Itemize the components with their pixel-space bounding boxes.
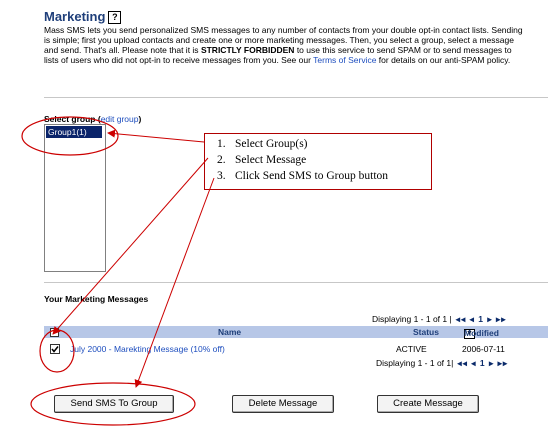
intro-text-3: for details on our anti-SPAM policy. bbox=[376, 55, 511, 65]
page-title: Marketing? bbox=[44, 9, 122, 24]
intro-bold: STRICTLY FORBIDDEN bbox=[200, 45, 295, 55]
divider bbox=[44, 97, 548, 98]
callout-step-2: 2. Select Message bbox=[217, 154, 306, 166]
column-name[interactable]: Name bbox=[218, 327, 241, 337]
table-row[interactable]: July 2000 - Marekting Message (10% off) … bbox=[44, 341, 548, 357]
displaying-count: Displaying 1 - 1 of 1 | bbox=[372, 314, 452, 324]
message-modified: 2006-07-11 bbox=[462, 344, 505, 354]
message-status: ACTIVE bbox=[396, 344, 427, 354]
table-header: Name Status Modified ▼ bbox=[44, 326, 548, 339]
step-3-number: 3. bbox=[217, 170, 226, 182]
step-1-text: Select Group(s) bbox=[235, 138, 308, 150]
callout-step-3: 3. Click Send SMS to Group button bbox=[217, 170, 388, 182]
pagination-nav[interactable]: ◂◂ ◂ 1 ▸ ▸▸ bbox=[457, 358, 508, 368]
group-listbox[interactable]: Group1(1) bbox=[44, 124, 106, 272]
column-modified[interactable]: Modified ▼ bbox=[464, 327, 499, 339]
step-2-number: 2. bbox=[217, 154, 226, 166]
page-title-text: Marketing bbox=[44, 9, 106, 24]
create-message-button[interactable]: Create Message bbox=[377, 395, 479, 413]
message-name-link[interactable]: July 2000 - Marekting Message (10% off) bbox=[70, 344, 225, 354]
pagination-top: Displaying 1 - 1 of 1 | ◂◂ ◂ 1 ▸ ▸▸ bbox=[372, 314, 506, 325]
terms-of-service-link[interactable]: Terms of Service bbox=[313, 55, 376, 65]
displaying-count: Displaying 1 - 1 of 1| bbox=[376, 358, 454, 368]
help-icon[interactable]: ? bbox=[108, 11, 122, 24]
arrow-to-group bbox=[107, 129, 205, 143]
step-2-text: Select Message bbox=[235, 154, 307, 166]
divider bbox=[44, 282, 548, 283]
step-1-number: 1. bbox=[217, 138, 226, 150]
column-modified-label: Modified bbox=[464, 328, 499, 338]
edit-group-link[interactable]: edit group bbox=[101, 114, 139, 124]
select-group-label-close: ) bbox=[138, 114, 142, 124]
instructions-callout: 1. Select Group(s) 2. Select Message 3. Cli… bbox=[204, 133, 432, 190]
callout-step-1: 1. Select Group(s) bbox=[217, 138, 308, 150]
column-status[interactable]: Status bbox=[413, 327, 439, 337]
messages-section-title: Your Marketing Messages bbox=[44, 294, 149, 304]
pagination-nav[interactable]: ◂◂ ◂ 1 ▸ ▸▸ bbox=[456, 314, 507, 324]
select-group-label: Select group (edit group) bbox=[44, 114, 141, 124]
send-sms-button[interactable]: Send SMS To Group bbox=[54, 395, 174, 413]
step-3-text: Click Send SMS to Group button bbox=[235, 170, 389, 182]
pagination-bottom: Displaying 1 - 1 of 1| ◂◂ ◂ 1 ▸ ▸▸ bbox=[376, 358, 508, 369]
row-checkbox[interactable] bbox=[50, 344, 60, 354]
group-item[interactable]: Group1(1) bbox=[46, 126, 102, 138]
intro-paragraph: Mass SMS lets you send personalized SMS … bbox=[44, 25, 524, 65]
delete-message-button[interactable]: Delete Message bbox=[232, 395, 334, 413]
select-group-label-text: Select group ( bbox=[44, 114, 101, 124]
